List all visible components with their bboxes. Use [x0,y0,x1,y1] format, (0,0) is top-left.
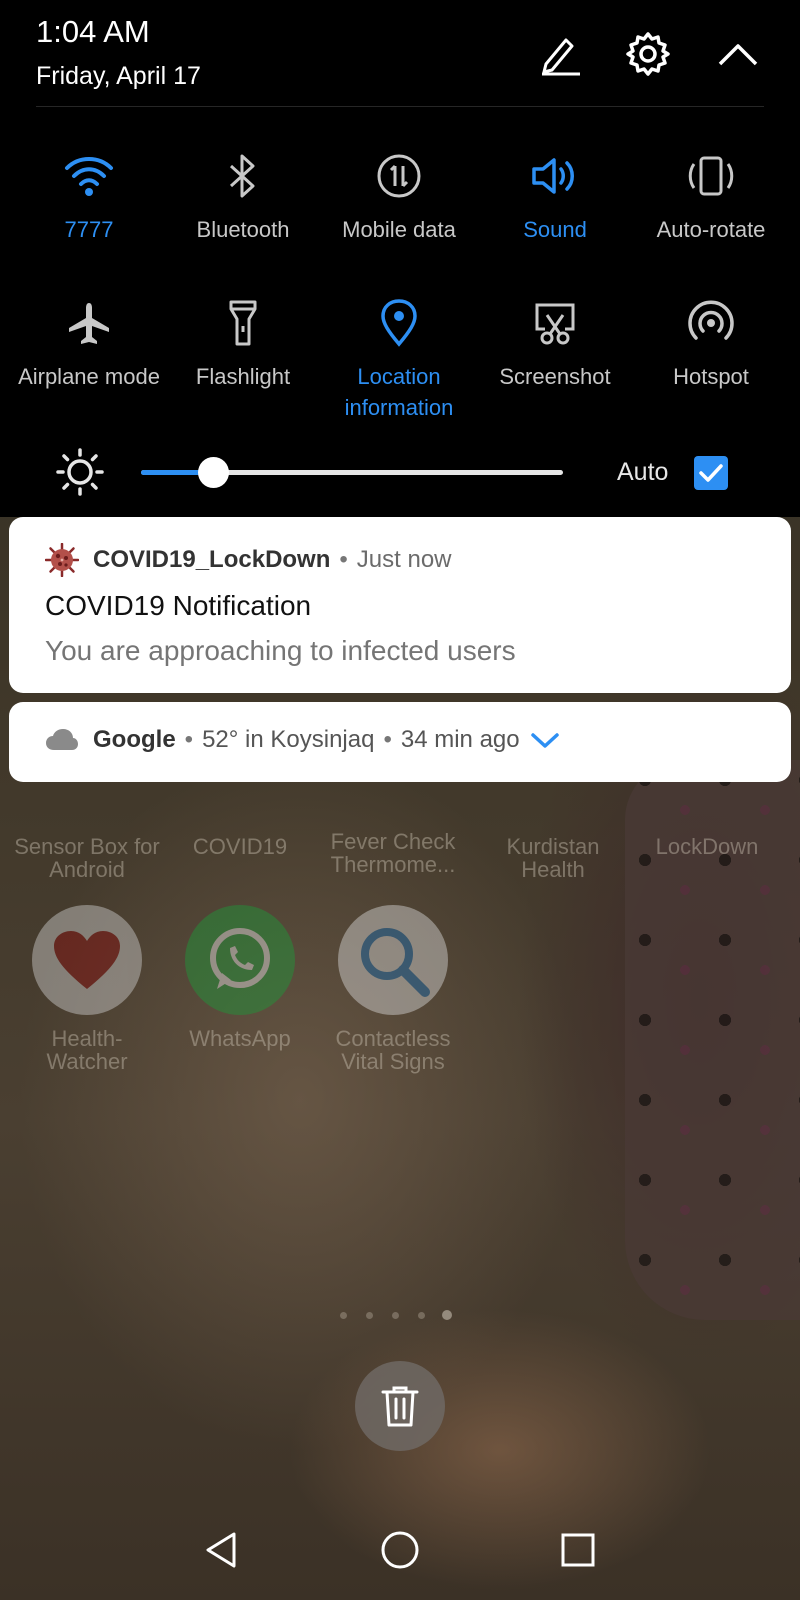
notification-header: Google • 52° in Koysinjaq • 34 min ago [45,726,560,754]
recents-icon[interactable] [556,1528,600,1572]
app-covid19[interactable]: COVID19 [165,835,315,858]
page-dot [418,1312,425,1319]
tile-wifi[interactable]: 7777 [9,150,169,245]
header-divider [36,106,764,107]
tile-label: Sound [523,217,587,242]
speaker-icon [529,150,581,202]
app-whatsapp[interactable]: WhatsApp [165,905,315,1050]
chevron-down-icon[interactable] [530,730,560,750]
magnifier-icon [338,905,448,1015]
auto-brightness-checkbox[interactable] [694,456,728,490]
quick-settings-panel: 1:04 AM Friday, April 17 7777 Bluetooth [0,0,800,517]
page-indicator [338,1308,458,1324]
brightness-slider[interactable] [141,457,563,488]
chevron-up-icon[interactable] [714,30,762,78]
tile-screenshot[interactable]: Screenshot [475,297,635,392]
notification-weather-detail: 52° in Koysinjaq [202,726,375,753]
tile-label: 7777 [64,217,114,242]
heart-icon [32,905,142,1015]
notification-app-name: COVID19_LockDown [93,546,331,573]
tile-label: Bluetooth [196,217,290,242]
tile-label: Auto-rotate [656,217,766,242]
tile-label: Screenshot [499,364,611,389]
whatsapp-icon [185,905,295,1015]
tile-sound[interactable]: Sound [475,150,635,245]
tile-label: Hotspot [673,364,749,389]
app-label: WhatsApp [189,1026,291,1051]
auto-brightness-label: Auto [617,458,669,486]
tile-hotspot[interactable]: Hotspot [631,297,791,392]
page-dot [366,1312,373,1319]
tile-flashlight[interactable]: Flashlight [163,297,323,392]
notification-text: You are approaching to infected users [45,635,516,666]
app-health-watcher[interactable]: Health-Watcher [12,905,162,1073]
clock-date: Friday, April 17 [36,62,201,90]
notification-time: Just now [356,546,452,573]
page-dot-active [442,1310,452,1320]
notification-covid19-lockdown[interactable]: COVID19_LockDown • Just now COVID19 Noti… [9,517,791,693]
home-icon[interactable] [378,1528,422,1572]
check-icon [699,464,723,482]
bluetooth-icon [217,150,269,202]
location-pin-icon [373,297,425,349]
hotspot-icon [685,297,737,349]
app-sensor-box[interactable]: Sensor Box for Android [12,835,162,881]
clear-notifications-button[interactable] [355,1361,445,1451]
tile-label: Mobile data [342,217,456,242]
notification-google[interactable]: Google • 52° in Koysinjaq • 34 min ago [9,702,791,782]
back-icon[interactable] [200,1528,244,1572]
airplane-icon [63,297,115,349]
mobile-data-icon [373,150,425,202]
app-label: Kurdistan Health [506,834,600,882]
app-label: Sensor Box for Android [14,834,160,882]
app-label: LockDown [655,834,759,859]
brightness-slider-thumb[interactable] [197,457,229,488]
screenshot-icon [529,297,581,349]
flashlight-icon [217,297,269,349]
app-lockdown[interactable]: LockDown [632,835,782,858]
tile-label: Flashlight [195,364,291,389]
notification-app-name: Google [93,726,176,753]
virus-icon [45,543,79,577]
tile-mobile-data[interactable]: Mobile data [319,150,479,245]
tile-label: Location information [344,364,454,420]
notification-header: COVID19_LockDown • Just now [45,543,452,577]
notification-title: COVID19 Notification [45,590,312,621]
app-label: Fever Check Thermome... [330,829,456,877]
app-contactless-vital-signs[interactable]: Contactless Vital Signs [318,905,468,1073]
clock-time: 1:04 AM [36,14,150,49]
auto-rotate-icon [685,150,737,202]
page-dot [392,1312,399,1319]
separator-dot: • [339,546,348,573]
cloud-icon [46,729,78,750]
tile-location[interactable]: Location information [319,297,479,423]
app-kurdistan-health[interactable]: Kurdistan Health [478,835,628,881]
brightness-icon [56,448,104,496]
navigation-bar [0,1500,800,1600]
tile-airplane-mode[interactable]: Airplane mode [9,297,169,392]
app-label: Contactless Vital Signs [335,1026,451,1074]
edit-icon[interactable] [536,30,584,78]
app-label: Health-Watcher [46,1026,128,1074]
wifi-icon [63,150,115,202]
tile-label: Airplane mode [18,364,160,389]
notification-time: 34 min ago [400,726,520,753]
separator-dot: • [383,726,392,753]
app-label: COVID19 [192,834,288,859]
page-dot [340,1312,347,1319]
tile-auto-rotate[interactable]: Auto-rotate [631,150,791,245]
gear-icon[interactable] [624,30,672,78]
app-fever-check[interactable]: Fever Check Thermome... [318,830,468,876]
trash-icon [381,1386,419,1427]
tile-bluetooth[interactable]: Bluetooth [163,150,323,245]
separator-dot: • [184,726,194,753]
